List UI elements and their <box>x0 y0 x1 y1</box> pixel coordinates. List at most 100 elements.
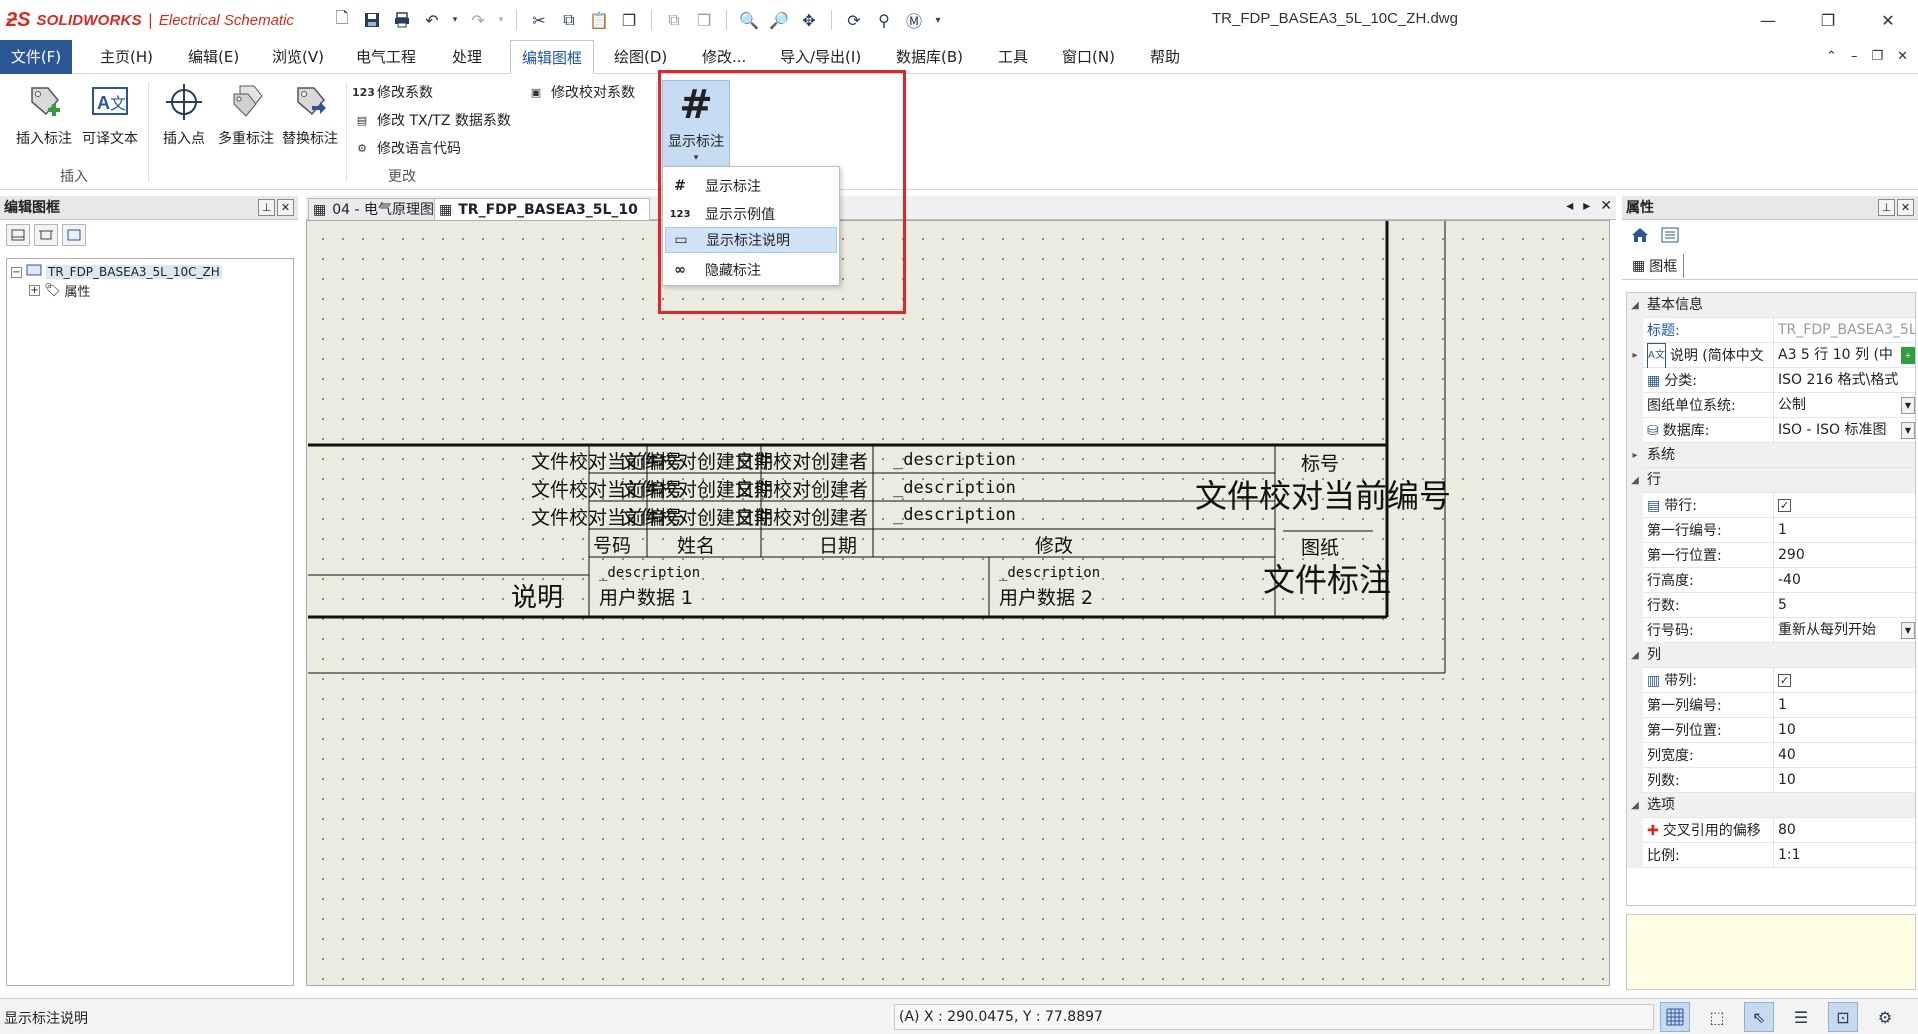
close-icon[interactable]: ✕ <box>277 199 294 216</box>
property-value[interactable]: 80 <box>1773 818 1915 843</box>
pan-icon[interactable]: ✥ <box>797 8 821 32</box>
multi-annotation-button[interactable]: 多重标注 <box>212 80 280 148</box>
drawing-canvas[interactable]: 文件校对当前编号 文件校对创建日期 文件校对创建者 _description 文… <box>306 220 1610 986</box>
tab-edit-frame[interactable]: 编辑图框 <box>510 40 594 75</box>
property-row[interactable]: 标题: TR_FDP_BASEA3_5L <box>1627 318 1915 343</box>
tab-left-icon[interactable]: ◂ <box>1566 198 1573 214</box>
category-options[interactable]: ◢ 选项 <box>1627 793 1915 818</box>
restore-button[interactable]: ❐ <box>1798 0 1858 40</box>
undo-dropdown-icon[interactable]: ▾ <box>450 8 460 32</box>
save-icon[interactable] <box>360 8 384 32</box>
menu-item-show-sample-value[interactable]: 123 显示示例值 <box>665 201 837 227</box>
close-button[interactable]: ✕ <box>1858 0 1918 40</box>
chevron-down-icon[interactable]: ▼ <box>1901 622 1915 639</box>
insert-point-button[interactable]: 插入点 <box>150 80 218 148</box>
property-value[interactable]: 重新从每列开始 <box>1773 618 1915 643</box>
tree-node-properties[interactable]: + 🏷 属性 <box>29 281 91 300</box>
tree-node-root[interactable]: − TR_FDP_BASEA3_5L_10C_ZH <box>11 263 222 281</box>
customize-dropdown-icon[interactable]: ▾ <box>932 8 944 32</box>
tab-process[interactable]: 处理 <box>448 40 486 74</box>
tab-import-export[interactable]: 导入/导出(I) <box>776 40 865 74</box>
tab-home[interactable]: 主页(H) <box>96 40 157 74</box>
copy-icon[interactable]: ⧉ <box>557 8 581 32</box>
doc-tab-frame[interactable]: ▦ TR_FDP_BASEA3_5L_10 <box>434 198 650 220</box>
redo-dropdown-icon[interactable]: ▾ <box>496 8 506 32</box>
property-row[interactable]: 第一列编号: 1 <box>1627 693 1915 718</box>
expand-icon[interactable]: + <box>29 284 40 296</box>
paste-icon[interactable]: 📋 <box>587 8 611 32</box>
tab-help[interactable]: 帮助 <box>1146 40 1184 74</box>
modify-language-button[interactable]: ⚙ 修改语言代码 <box>352 136 461 160</box>
redo-icon[interactable]: ↷ <box>466 8 490 32</box>
print-icon[interactable] <box>390 8 414 32</box>
property-value[interactable]: 10 <box>1773 718 1915 743</box>
chevron-down-icon[interactable]: ▼ <box>1901 397 1915 414</box>
tab-modify[interactable]: 修改... <box>698 40 750 74</box>
property-value[interactable]: A3 5 行 10 列 (中 <box>1773 343 1915 368</box>
grid-icon[interactable] <box>1660 1002 1690 1032</box>
tab-right-icon[interactable]: ▸ <box>1583 198 1590 214</box>
property-row[interactable]: 图纸单位系统: 公制 ▼ <box>1627 393 1915 418</box>
menu-item-show-annotation[interactable]: # 显示标注 <box>665 173 837 199</box>
pin-icon[interactable]: ⊥ <box>1878 199 1895 216</box>
paste-props-icon[interactable]: ❐ <box>692 8 716 32</box>
replace-annotation-button[interactable]: 替换标注 <box>276 80 344 148</box>
tab-draw[interactable]: 绘图(D) <box>610 40 671 74</box>
property-row[interactable]: 第一行编号: 1 <box>1627 518 1915 543</box>
search-icon[interactable]: ⚲ <box>872 8 896 32</box>
menu-item-show-annotation-description[interactable]: ▭ 显示标注说明 <box>665 227 837 253</box>
settings-icon[interactable]: ⚙ <box>1870 1002 1900 1032</box>
modify-coefficient-button[interactable]: 123 修改系数 <box>352 80 433 104</box>
modify-check-coefficient-button[interactable]: ▣ 修改校对系数 <box>526 80 635 104</box>
macro-icon[interactable]: Ⓜ <box>902 8 926 32</box>
category-basic[interactable]: ◢ 基本信息 <box>1627 293 1915 318</box>
add-icon[interactable]: + <box>1901 347 1915 364</box>
close-icon[interactable]: ✕ <box>1897 199 1914 216</box>
property-value[interactable]: 1:1 <box>1773 843 1915 868</box>
tab-electrical[interactable]: 电气工程 <box>352 40 420 74</box>
refresh-icon[interactable]: ⟳ <box>842 8 866 32</box>
property-value[interactable]: 290 <box>1773 543 1915 568</box>
translatable-text-button[interactable]: A文 可译文本 <box>76 80 144 148</box>
property-row[interactable]: 比例: 1:1 <box>1627 843 1915 868</box>
property-row[interactable]: 列宽度: 40 <box>1627 743 1915 768</box>
show-annotation-button[interactable]: # 显示标注 ▾ <box>662 80 730 170</box>
modify-txtz-button[interactable]: ▤ 修改 TX/TZ 数据系数 <box>352 108 511 132</box>
property-row[interactable]: 行高度: -40 <box>1627 568 1915 593</box>
with-columns-checkbox[interactable]: ✓ <box>1778 673 1791 687</box>
cut-icon[interactable]: ✂ <box>527 8 551 32</box>
chevron-down-icon[interactable]: ▾ <box>663 153 729 163</box>
collapse-icon[interactable]: − <box>11 266 22 278</box>
property-value[interactable]: 5 <box>1773 593 1915 618</box>
property-value[interactable]: ISO 216 格式\格式 <box>1773 368 1915 393</box>
duplicate-icon[interactable]: ❐ <box>617 8 641 32</box>
property-value[interactable]: 1 <box>1773 693 1915 718</box>
property-value[interactable]: 1 <box>1773 518 1915 543</box>
property-row[interactable]: ▸ A文 说明 (简体中文 A3 5 行 10 列 (中 + <box>1627 343 1915 368</box>
ribbon-close-icon[interactable]: ✕ <box>1897 40 1908 74</box>
category-system[interactable]: ▸ 系统 <box>1627 443 1915 468</box>
image-icon[interactable] <box>62 224 86 246</box>
chevron-down-icon[interactable]: ▼ <box>1901 422 1915 439</box>
property-row[interactable]: ⛁ 数据库: ISO - ISO 标准图 ▼ <box>1627 418 1915 443</box>
category-row[interactable]: ◢ 行 <box>1627 468 1915 493</box>
property-value[interactable]: 10 <box>1773 768 1915 793</box>
tab-file[interactable]: 文件(F) <box>0 40 72 74</box>
property-row[interactable]: 第一行位置: 290 <box>1627 543 1915 568</box>
property-row[interactable]: ▤ 带行: ✓ <box>1627 493 1915 518</box>
menu-item-hide-annotation[interactable]: ∞ 隐藏标注 <box>665 257 837 283</box>
property-value[interactable]: 公制 <box>1773 393 1915 418</box>
category-column[interactable]: ◢ 列 <box>1627 643 1915 668</box>
property-row[interactable]: 行数: 5 <box>1627 593 1915 618</box>
close-all-icon[interactable]: ✕ <box>1600 198 1612 214</box>
collapse-ribbon-icon[interactable]: ⌃ <box>1826 40 1837 74</box>
tab-frame[interactable]: ▦ 图框 <box>1626 254 1685 278</box>
with-rows-checkbox[interactable]: ✓ <box>1778 498 1791 512</box>
zoom-window-icon[interactable]: 🔎 <box>767 8 791 32</box>
tab-edit[interactable]: 编辑(E) <box>184 40 243 74</box>
ortho-icon[interactable]: ⬚ <box>1702 1002 1732 1032</box>
insert-annotation-button[interactable]: 插入标注 <box>10 80 78 148</box>
property-row[interactable]: 列数: 10 <box>1627 768 1915 793</box>
property-row[interactable]: 第一列位置: 10 <box>1627 718 1915 743</box>
property-row[interactable]: ✚ 交叉引用的偏移 80 <box>1627 818 1915 843</box>
